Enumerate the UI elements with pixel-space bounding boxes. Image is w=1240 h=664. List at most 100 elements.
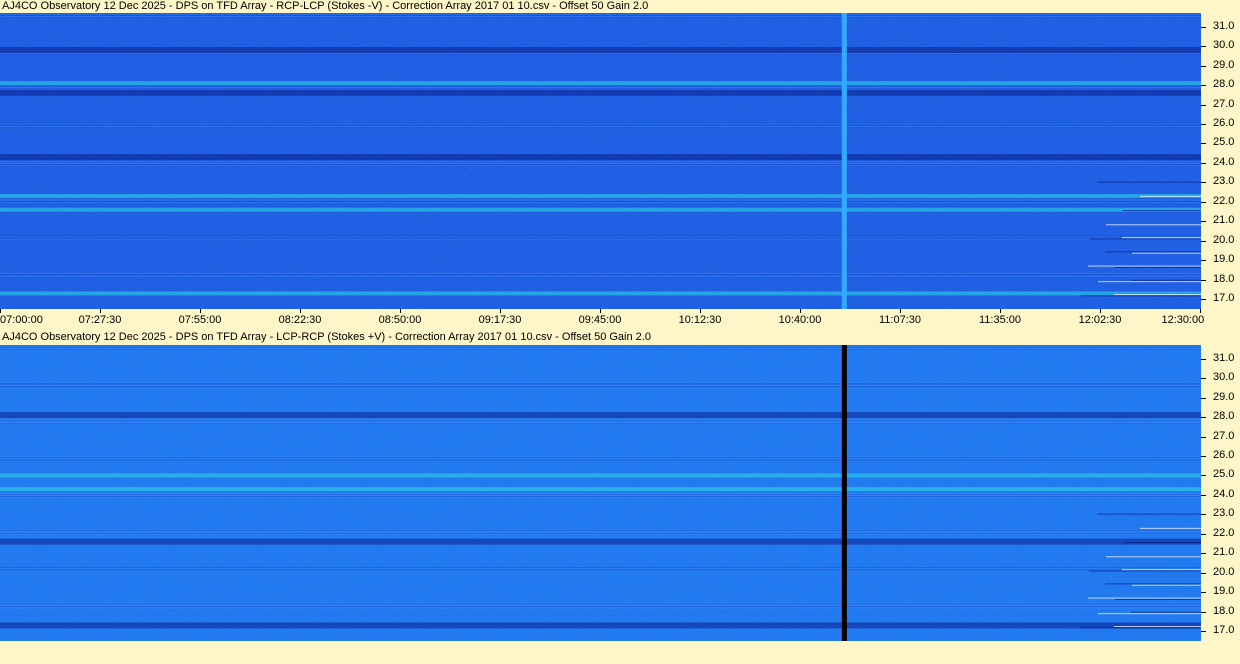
x-tick-label: 10:12:30 — [678, 314, 722, 326]
y-tick-label: 30.0 — [1213, 371, 1235, 384]
striation-line — [0, 458, 1201, 459]
bright-band — [0, 81, 1201, 86]
striation-line — [0, 13, 1201, 14]
rfi-dash — [1140, 195, 1201, 197]
x-tick-label: 10:40:00 — [778, 314, 822, 326]
striation-line — [0, 272, 1201, 273]
y-tick-label: 28.0 — [1213, 78, 1235, 91]
striation-line — [0, 237, 1201, 238]
striation-line — [0, 201, 1201, 202]
rfi-dash — [1114, 294, 1201, 296]
striation-line — [0, 457, 1201, 458]
rfi-dash — [1088, 597, 1201, 599]
y-tick-label: 29.0 — [1213, 58, 1235, 71]
rfi-dash — [1132, 584, 1201, 586]
bright-band — [0, 291, 1201, 296]
striation-line — [0, 568, 1201, 569]
x-tick-label: 07:00:00 — [0, 314, 43, 326]
striation-line — [0, 382, 1201, 383]
striation-line — [0, 165, 1201, 166]
striation-line — [0, 162, 1201, 163]
striation-line — [0, 604, 1201, 605]
rfi-dash — [1106, 224, 1201, 226]
striation-line — [0, 126, 1201, 127]
y-tick-mark — [1201, 572, 1206, 574]
y-tick-mark — [1201, 65, 1206, 67]
striation-line — [0, 274, 1201, 275]
striation-line — [0, 494, 1201, 495]
y-tick-mark — [1201, 436, 1206, 438]
spectrogram-svg — [0, 345, 1201, 641]
rfi-dash — [1098, 613, 1201, 615]
striation-line — [0, 239, 1201, 240]
time-axis: 07:00:00 07:27:30 07:55:00 08:22:30 08:50:00… — [0, 309, 1240, 327]
rfi-dash — [1105, 251, 1201, 253]
y-tick-mark — [1201, 592, 1206, 594]
rfi-dash — [1131, 611, 1201, 613]
x-tick-label: 08:50:00 — [378, 314, 422, 326]
y-tick-label: 23.0 — [1213, 175, 1235, 188]
y-tick-mark — [1201, 494, 1206, 496]
striation-line — [0, 420, 1201, 421]
x-tick-label: 09:45:00 — [578, 314, 622, 326]
striation-line — [0, 275, 1201, 276]
y-tick-label: 25.0 — [1213, 136, 1235, 149]
y-tick-label: 23.0 — [1213, 507, 1235, 520]
vertical-event-line — [841, 13, 847, 309]
y-tick-label: 20.0 — [1213, 565, 1235, 578]
striation-line — [0, 16, 1201, 17]
top-spectrogram-plot[interactable] — [0, 13, 1201, 309]
y-tick-mark — [1201, 104, 1206, 106]
y-tick-label: 29.0 — [1213, 390, 1235, 403]
y-tick-mark — [1201, 631, 1206, 633]
x-tick-label: 07:55:00 — [178, 314, 222, 326]
rfi-dash — [1122, 237, 1201, 239]
x-tick-label: 08:22:30 — [278, 314, 322, 326]
rfi-dash — [1088, 265, 1201, 267]
rfi-dash — [1097, 513, 1201, 515]
y-tick-mark — [1201, 221, 1206, 223]
striation-line — [0, 533, 1201, 534]
y-tick-label: 24.0 — [1213, 155, 1235, 168]
y-tick-mark — [1201, 553, 1206, 555]
x-tick-mark — [500, 309, 501, 313]
striation-line — [0, 346, 1201, 347]
x-tick-label: 11:35:00 — [978, 314, 1022, 326]
rfi-dash — [1132, 252, 1201, 254]
striation-line — [0, 345, 1201, 346]
x-tick-mark — [1100, 309, 1101, 313]
striation-line — [0, 276, 1201, 277]
bright-band — [0, 194, 1201, 199]
rfi-dash — [1115, 598, 1201, 600]
bottom-spectrogram-plot[interactable] — [0, 345, 1201, 641]
y-tick-mark — [1201, 26, 1206, 28]
striation-line — [0, 273, 1201, 274]
y-tick-label: 25.0 — [1213, 468, 1235, 481]
x-tick-mark — [400, 309, 401, 313]
striation-line — [0, 571, 1201, 572]
dark-band — [0, 622, 1201, 629]
striation-line — [0, 570, 1201, 571]
x-tick-label: 07:27:30 — [78, 314, 122, 326]
y-tick-mark — [1201, 475, 1206, 477]
y-tick-label: 30.0 — [1213, 39, 1235, 52]
striation-line — [0, 608, 1201, 609]
bottom-axis-strip — [0, 641, 1240, 664]
striation-line — [0, 198, 1201, 199]
rfi-dash — [1081, 295, 1201, 297]
striation-line — [0, 422, 1201, 423]
rfi-dash — [1123, 542, 1201, 544]
y-tick-label: 19.0 — [1213, 585, 1235, 598]
striation-line — [0, 530, 1201, 531]
striation-line — [0, 54, 1201, 55]
striation-line — [0, 383, 1201, 384]
y-tick-mark — [1201, 260, 1206, 262]
x-tick-mark — [300, 309, 301, 313]
rfi-dash — [1097, 181, 1201, 183]
striation-line — [0, 199, 1201, 200]
striation-line — [0, 460, 1201, 461]
rfi-dash — [1131, 279, 1201, 281]
vertical-event-line — [841, 345, 847, 641]
y-tick-mark — [1201, 124, 1206, 125]
spectrogram-svg — [0, 13, 1201, 309]
